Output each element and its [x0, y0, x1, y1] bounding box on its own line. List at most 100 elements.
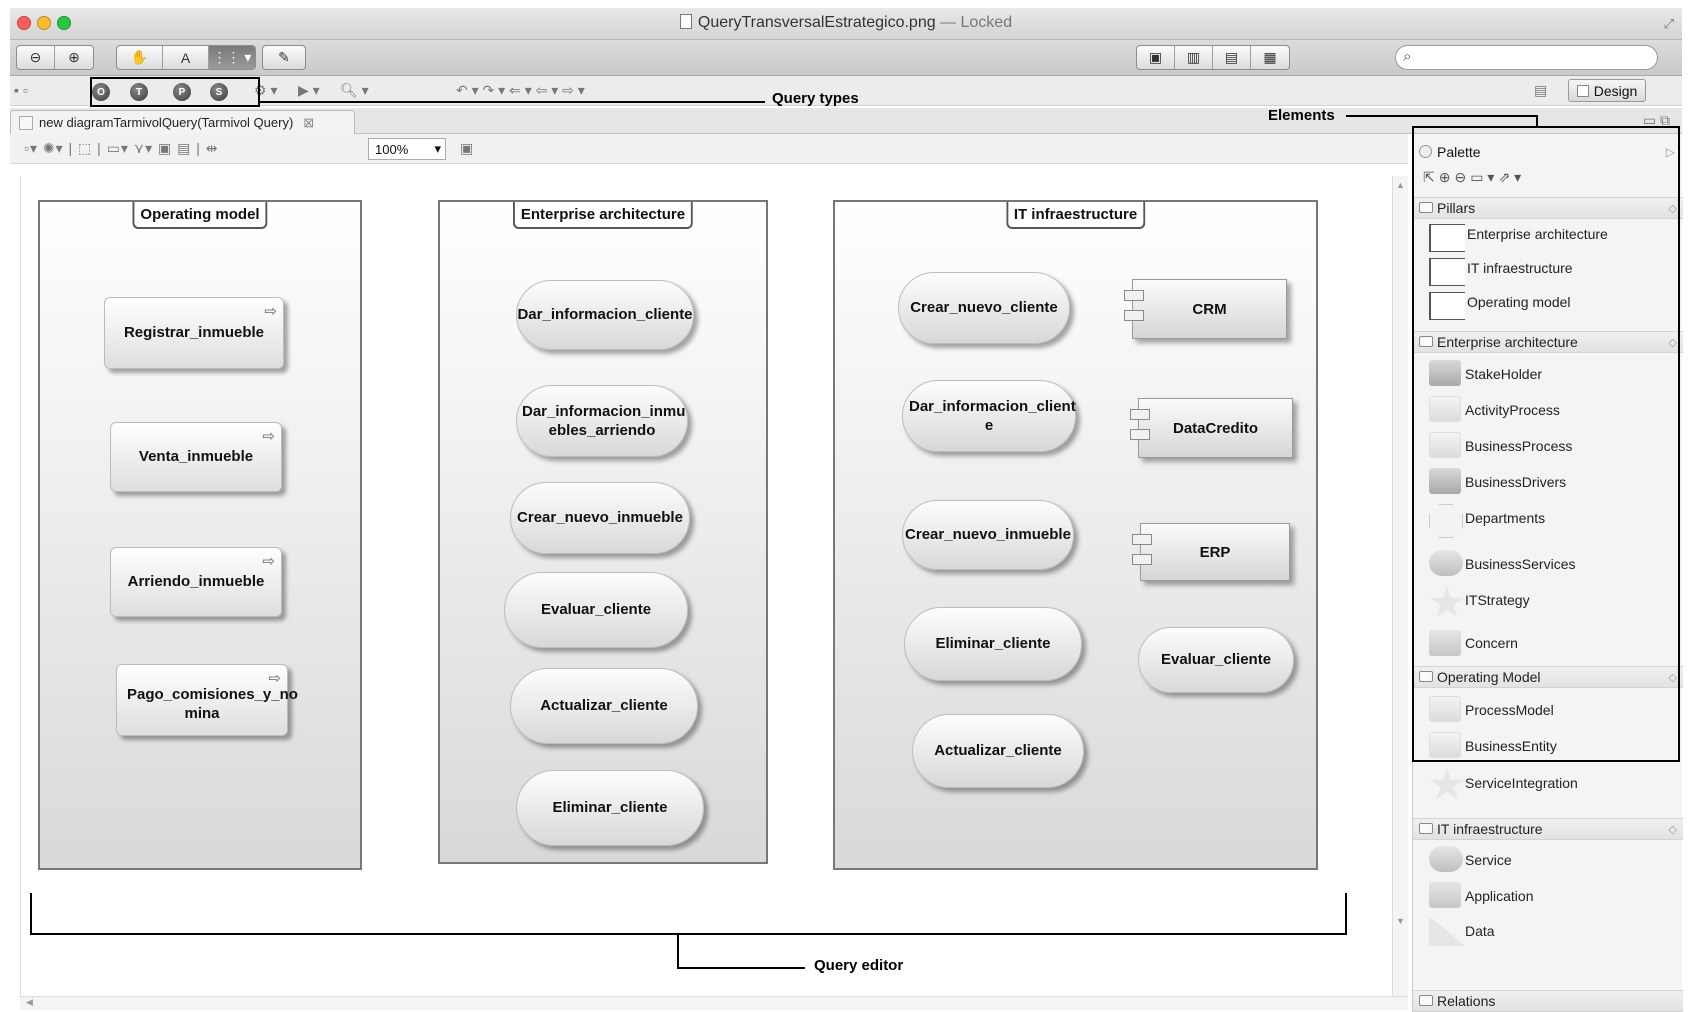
view-sidebar-button[interactable]: ▥: [1175, 46, 1213, 69]
palette-item-serviceintegration[interactable]: ServiceIntegration: [1465, 775, 1578, 791]
it-actualizar-cliente[interactable]: Actualizar_cliente: [912, 714, 1084, 788]
vertical-scrollbar[interactable]: ▲ ▼: [1392, 176, 1408, 996]
tool-mode-buttons: ✋ A ⋮⋮ ▾: [116, 45, 256, 70]
component-label: ERP: [1199, 543, 1231, 561]
save-icon[interactable]: ▪ ▫: [14, 82, 28, 98]
section-label: Relations: [1437, 993, 1496, 1009]
navigation-icons[interactable]: ↶ ▾ ↷ ▾ ⇐ ▾ ⇦ ▾ ⇨ ▾: [456, 82, 585, 99]
component-crm[interactable]: CRM: [1124, 279, 1287, 339]
element-label: Evaluar_cliente: [540, 601, 652, 619]
zoom-buttons: ⊖ ⊕: [16, 45, 94, 70]
fullscreen-icon[interactable]: ⤢: [1664, 16, 1674, 32]
it-crear-nuevo-cliente[interactable]: Crear_nuevo_cliente: [898, 272, 1070, 344]
diagram-tool-icons[interactable]: ▫▾ ✺▾ | ⬚ | ▭▾ ⋎▾ ▣ ▤ | ⇹: [24, 140, 219, 157]
element-label: Actualizar_cliente: [934, 742, 1062, 760]
diagram-file-icon: [19, 115, 33, 130]
palette-item-application[interactable]: Application: [1465, 888, 1534, 904]
component-port: [1130, 429, 1150, 440]
ea-evaluar-cliente[interactable]: Evaluar_cliente: [504, 572, 688, 648]
element-label: Crear_nuevo_cliente: [910, 299, 1058, 317]
camera-icon[interactable]: ▣: [460, 140, 473, 157]
query-editor-pointer: [677, 967, 805, 969]
component-port: [1130, 409, 1150, 420]
search-tool-icon[interactable]: 🔍︎ ▾: [340, 82, 369, 99]
process-label: Arriendo_inmueble: [127, 573, 265, 591]
window-locked-label: — Locked: [940, 14, 1013, 31]
process-venta-inmueble[interactable]: ⇨ Venta_inmueble: [110, 422, 282, 492]
process-arrow-icon: ⇨: [262, 428, 275, 445]
scroll-left-icon[interactable]: ◀: [26, 997, 33, 1008]
it-crear-nuevo-inmueble[interactable]: Crear_nuevo_inmueble: [902, 500, 1074, 570]
palette-item-data[interactable]: Data: [1465, 923, 1495, 939]
it-eliminar-cliente[interactable]: Eliminar_cliente: [904, 607, 1082, 681]
zoom-select[interactable]: 100% ▾: [368, 138, 446, 160]
component-port: [1132, 554, 1152, 565]
component-port: [1124, 290, 1144, 301]
diagram-toolbar: ▫▾ ✺▾ | ⬚ | ▭▾ ⋎▾ ▣ ▤ | ⇹ 100% ▾ ▣: [10, 134, 1408, 164]
perspective-icon[interactable]: ▤: [1534, 82, 1547, 99]
horizontal-scrollbar[interactable]: ◀: [20, 996, 1408, 1010]
process-arrow-icon: ⇨: [264, 303, 277, 320]
folder-icon: [1419, 995, 1433, 1006]
element-label: Actualizar_cliente: [540, 697, 668, 715]
element-label: Eliminar_cliente: [552, 799, 668, 817]
search-icon: ⌕: [1403, 48, 1412, 65]
view-mode-buttons: ▣ ▥ ▤ ▦: [1136, 45, 1290, 70]
chevron-down-icon: ▾: [434, 141, 441, 156]
element-label: Dar_informacion_inmu ebles_arriendo: [522, 402, 686, 440]
ea-actualizar-cliente[interactable]: Actualizar_cliente: [510, 668, 698, 744]
palette-item-service[interactable]: Service: [1465, 852, 1512, 868]
element-label: Evaluar_cliente: [1160, 651, 1272, 669]
palette-section-it-infraestructure[interactable]: IT infraestructure ◇: [1413, 818, 1683, 840]
window-title-bar: QueryTransversalEstrategico.png — Locked…: [10, 8, 1682, 40]
component-port: [1132, 534, 1152, 545]
process-label: Venta_inmueble: [138, 448, 254, 466]
ea-dar-informacion-cliente[interactable]: Dar_informacion_cliente: [516, 280, 694, 350]
elements-highlight: [1412, 126, 1680, 762]
it-evaluar-cliente[interactable]: Evaluar_cliente: [1138, 627, 1294, 693]
element-label: Crear_nuevo_inmueble: [905, 526, 1071, 544]
select-tool-button[interactable]: ⋮⋮ ▾: [209, 46, 255, 69]
hand-tool-button[interactable]: ✋: [117, 46, 163, 69]
component-datacredito[interactable]: DataCredito: [1130, 398, 1293, 458]
query-types-highlight: [90, 77, 260, 107]
zoom-out-button[interactable]: ⊖: [17, 46, 55, 69]
text-tool-button[interactable]: A: [163, 46, 209, 69]
application-icon: [1429, 882, 1461, 908]
editor-tab[interactable]: new diagramTarmivolQuery(Tarmivol Query)…: [10, 110, 355, 134]
view-columns-button[interactable]: ▤: [1213, 46, 1251, 69]
editor-tab-label: new diagramTarmivolQuery(Tarmivol Query): [39, 115, 294, 130]
ea-eliminar-cliente[interactable]: Eliminar_cliente: [516, 770, 704, 846]
service-icon: [1429, 846, 1463, 872]
preview-toolbar: ⊖ ⊕ ✋ A ⋮⋮ ▾ ✎ ▣ ▥ ▤ ▦ ⌕: [10, 40, 1682, 76]
search-input[interactable]: [1395, 45, 1658, 70]
run-icon[interactable]: ▶ ▾: [298, 82, 320, 99]
element-label: Dar_informacion_client e: [909, 397, 1076, 435]
pillar-title: Operating model: [132, 202, 268, 229]
process-registrar-inmueble[interactable]: ⇨ Registrar_inmueble: [104, 297, 284, 369]
it-dar-informacion-cliente[interactable]: Dar_informacion_client e: [902, 380, 1076, 452]
design-perspective-button[interactable]: Design: [1568, 79, 1646, 102]
process-arrow-icon: ⇨: [262, 553, 275, 570]
section-label: IT infraestructure: [1437, 821, 1543, 837]
scroll-up-icon[interactable]: ▲: [1396, 180, 1405, 190]
view-single-button[interactable]: ▣: [1137, 46, 1175, 69]
scroll-down-icon[interactable]: ▼: [1396, 916, 1405, 926]
component-label: CRM: [1192, 300, 1227, 318]
palette-section-relations[interactable]: Relations: [1413, 990, 1683, 1012]
service-integration-icon: [1429, 768, 1465, 799]
design-icon: [1576, 84, 1589, 97]
component-erp[interactable]: ERP: [1132, 523, 1290, 581]
process-pago-comisiones[interactable]: ⇨ Pago_comisiones_y_no mina: [116, 664, 298, 736]
pillar-title: Enterprise architecture: [512, 202, 694, 229]
ea-dar-informacion-inmuebles-arriendo[interactable]: Dar_informacion_inmu ebles_arriendo: [516, 385, 688, 457]
view-grid-button[interactable]: ▦: [1251, 46, 1289, 69]
ea-crear-nuevo-inmueble[interactable]: Crear_nuevo_inmueble: [510, 482, 690, 554]
design-label: Design: [1593, 82, 1638, 99]
process-arriendo-inmueble[interactable]: ⇨ Arriendo_inmueble: [110, 547, 282, 617]
pillar-title: IT infraestructure: [1005, 202, 1146, 229]
elements-label: Elements: [1268, 107, 1335, 124]
annotate-button[interactable]: ✎: [262, 45, 306, 70]
zoom-in-button[interactable]: ⊕: [55, 46, 93, 69]
close-tab-icon[interactable]: ⊠: [303, 115, 314, 131]
